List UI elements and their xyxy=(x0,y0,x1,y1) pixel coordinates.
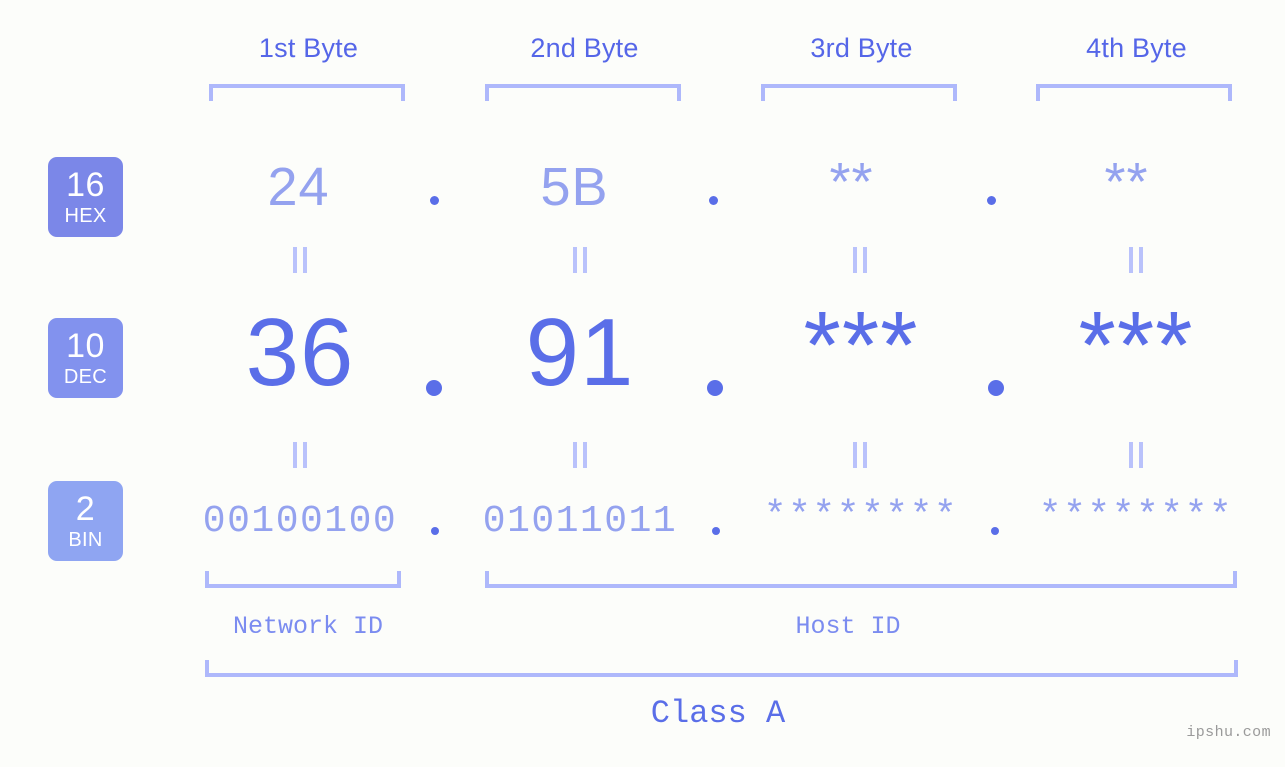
hex-byte-4-value: ** xyxy=(1104,152,1149,212)
class-bracket xyxy=(205,660,1238,677)
bin-separator-dot-3 xyxy=(991,527,999,535)
radix-badge-bin: 2 BIN xyxy=(48,481,123,561)
byte-header-1: 1st Byte xyxy=(258,33,359,63)
radix-badge-dec: 10 DEC xyxy=(48,318,123,398)
byte-bracket-2 xyxy=(485,84,681,101)
hex-separator-dot-1 xyxy=(430,196,439,205)
radix-badge-dec-number: 10 xyxy=(66,327,105,365)
equals-marker-hex-dec-4 xyxy=(1127,247,1145,273)
ip-address-breakdown-diagram: 1st Byte 2nd Byte 3rd Byte 4th Byte 16 H… xyxy=(0,0,1285,767)
byte-header-2: 2nd Byte xyxy=(530,33,639,63)
host-id-label: Host ID xyxy=(795,612,901,641)
equals-marker-hex-dec-1 xyxy=(291,247,309,273)
site-watermark: ipshu.com xyxy=(1186,724,1271,741)
dec-separator-dot-2 xyxy=(707,380,723,396)
radix-badge-bin-number: 2 xyxy=(75,490,96,528)
dec-separator-dot-1 xyxy=(426,380,442,396)
radix-badge-hex: 16 HEX xyxy=(48,157,123,237)
byte-header-3: 3rd Byte xyxy=(810,33,913,63)
byte-bracket-4 xyxy=(1036,84,1232,101)
network-id-bracket xyxy=(205,571,401,588)
bin-separator-dot-2 xyxy=(712,527,720,535)
byte-bracket-3 xyxy=(761,84,957,101)
hex-byte-3-value: ** xyxy=(829,152,874,212)
radix-badge-dec-name: DEC xyxy=(63,366,108,388)
dec-byte-1-value: 36 xyxy=(245,299,355,406)
hex-byte-2-value: 5B xyxy=(540,157,609,217)
dec-separator-dot-3 xyxy=(988,380,1004,396)
hex-separator-dot-2 xyxy=(709,196,718,205)
network-id-label: Network ID xyxy=(232,612,384,641)
byte-bracket-1 xyxy=(209,84,405,101)
dec-byte-2-value: 91 xyxy=(525,299,635,406)
host-id-bracket xyxy=(485,571,1237,588)
bin-byte-3-value: ******** xyxy=(763,495,959,538)
byte-header-4: 4th Byte xyxy=(1086,33,1187,63)
equals-marker-hex-dec-3 xyxy=(851,247,869,273)
equals-marker-hex-dec-2 xyxy=(571,247,589,273)
radix-badge-hex-number: 16 xyxy=(66,166,105,204)
equals-marker-dec-bin-3 xyxy=(851,442,869,468)
equals-marker-dec-bin-1 xyxy=(291,442,309,468)
radix-badge-bin-name: BIN xyxy=(68,529,103,551)
hex-separator-dot-3 xyxy=(987,196,996,205)
bin-byte-4-value: ******** xyxy=(1038,495,1234,538)
bin-byte-2-value: 01011011 xyxy=(482,500,678,543)
equals-marker-dec-bin-2 xyxy=(571,442,589,468)
bin-separator-dot-1 xyxy=(431,527,439,535)
bin-byte-1-value: 00100100 xyxy=(202,500,398,543)
dec-byte-3-value: *** xyxy=(803,292,919,399)
hex-byte-1-value: 24 xyxy=(267,157,330,217)
class-label: Class A xyxy=(650,695,786,732)
dec-byte-4-value: *** xyxy=(1078,292,1194,399)
radix-badge-hex-name: HEX xyxy=(64,205,107,227)
equals-marker-dec-bin-4 xyxy=(1127,442,1145,468)
